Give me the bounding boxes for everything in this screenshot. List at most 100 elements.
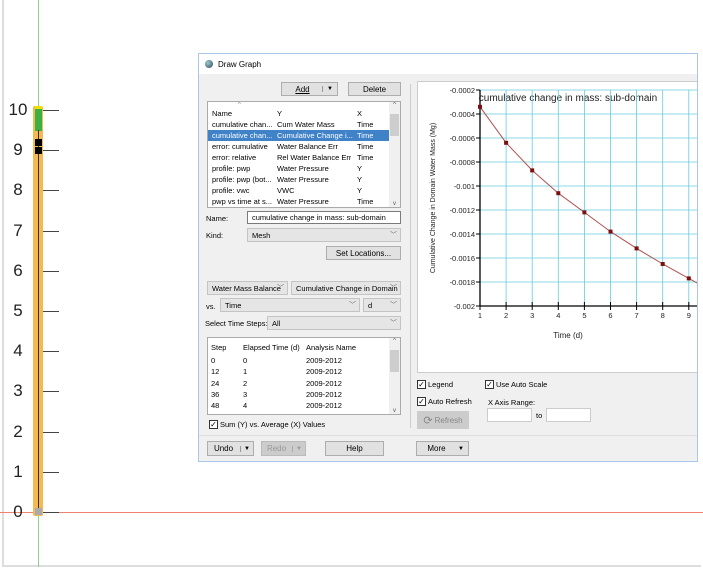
auto-refresh-checkbox[interactable]: ✓ Auto Refresh [417,397,472,406]
cell: 36 [211,389,220,399]
checkmark-icon: ✓ [417,397,426,406]
list-item[interactable]: cumulative chan... Cumulative Change i...… [208,130,390,141]
ruler-label: 4 [13,341,23,361]
data-point [556,191,561,196]
y-tick-label: -0.0016 [450,254,475,263]
x-range-from-input[interactable] [487,408,532,422]
chart-title: cumulative change in mass: sub-domain [479,93,657,104]
chevron-down-icon[interactable]: ▼ [322,86,337,92]
chart-panel: cumulative change in mass: sub-domain -0.… [417,81,697,373]
x-range-to-input[interactable] [546,408,591,422]
list-item[interactable]: pwp vs time at s... Water Pressure Time [208,196,390,207]
steps-table: Step Elapsed Time (d) Analysis Name 0 0 20… [207,337,401,415]
cell: Y [357,175,363,184]
refresh-button[interactable]: ⟳ Refresh [417,411,469,429]
category-select[interactable]: Water Mass Balance ﹀ [207,281,288,295]
cell: 4 [243,401,248,411]
list-item[interactable]: error: cumulative Water Balance Err Time [208,141,390,152]
y-tick-label: -0.0004 [450,110,475,119]
table-row[interactable]: 60 5 2009-2012 [208,412,390,415]
cell: Water Pressure [277,164,329,173]
marker-square[interactable] [35,147,42,154]
series-line [479,106,697,284]
table-row[interactable]: 12 1 2009-2012 [208,366,390,377]
kind-select[interactable]: Mesh ﹀ [247,228,401,242]
y-tick-label: -0.0008 [450,158,475,167]
list-item[interactable]: error: relative Rel Water Balance Err Time [208,152,390,163]
y-tick-label: -0.0006 [450,134,475,143]
undo-button[interactable]: Undo ▼ [207,441,254,456]
delete-button[interactable]: Delete [348,82,401,96]
x-tick-label: 4 [556,311,560,320]
table-row[interactable]: 48 4 2009-2012 [208,400,390,411]
help-button[interactable]: Help [325,441,384,456]
title-bar: Draw Graph [199,54,697,74]
ruler-tick [43,270,59,272]
cell: Time [357,153,374,162]
list-item[interactable]: profile: pwp Water Pressure Y [208,163,390,174]
cell: Time [357,120,374,129]
data-point [634,246,639,251]
cell: 1 [243,367,248,377]
auto-scale-checkbox[interactable]: ✓ Use Auto Scale [485,380,547,389]
ruler-tick [43,512,59,513]
kind-label: Kind: [206,231,224,240]
data-point [504,140,509,145]
steps-scrollbar[interactable]: ^ v [389,338,400,414]
window-title: Draw Graph [218,59,262,69]
column-y[interactable]: Y [277,109,282,118]
panel-divider [410,84,411,428]
x-tick-label: 3 [530,311,534,320]
ruler-label: 9 [13,140,23,160]
y-tick-label: -0.0002 [450,86,475,95]
cell: Time [357,197,374,206]
cell: Time [357,131,374,140]
column-name[interactable]: Name [212,109,232,118]
legend-checkbox[interactable]: ✓ Legend [417,380,453,389]
cell: cumulative chan... [212,120,273,129]
data-point [530,168,535,173]
ruler-tick [43,190,59,192]
list-item[interactable]: profile: pwp (bot... Water Pressure Y [208,174,390,185]
y-quantity-select[interactable]: Cumulative Change in Domain W ﹀ [291,281,401,295]
ruler-label: 1 [13,461,23,481]
sum-checkbox[interactable]: ✓ Sum (Y) vs. Average (X) Values [209,420,325,429]
graph-list-scrollbar[interactable]: ^ v [389,102,400,207]
name-input[interactable]: cumulative change in mass: sub-domain [247,211,401,224]
set-locations-button[interactable]: Set Locations... [326,246,401,260]
x-tick-label: 1 [478,311,482,320]
x-tick-label: 7 [635,311,639,320]
data-point [660,262,665,266]
borehole-top-segment[interactable] [35,106,42,131]
x-tick-label: 9 [687,311,691,320]
column-x[interactable]: X [357,109,362,118]
list-item[interactable]: profile: vwc VWC Y [208,185,390,196]
redo-button[interactable]: Redo ▼ [261,441,306,456]
cell: 24 [211,378,220,388]
y-tick-label: -0.002 [454,302,475,311]
cell: pwp vs time at s... [212,197,273,206]
list-item[interactable]: cumulative chan... Cum Water Mass Time [208,119,390,130]
chevron-down-icon: ▼ [458,445,464,452]
marker-square[interactable] [35,139,42,146]
x-axis-label: Time (d) [553,331,583,340]
table-row[interactable]: 36 3 2009-2012 [208,389,390,400]
borehole-line [38,130,39,512]
ruler-tick [43,351,59,353]
more-button[interactable]: More ▼ [416,441,469,456]
cell: 12 [211,367,220,377]
cell: Cum Water Mass [277,120,335,129]
globe-icon [205,60,213,68]
ruler-label: 2 [13,421,23,441]
cell: Y [357,186,363,195]
table-row[interactable]: 24 2 2009-2012 [208,378,390,389]
ruler-tick [43,471,59,473]
table-row[interactable]: 0 0 2009-2012 [208,355,390,366]
x-quantity-select[interactable]: Time ﹀ [220,298,360,312]
add-button[interactable]: Add ▼ [281,82,338,96]
timesteps-select[interactable]: All ﹀ [267,316,401,330]
cell: 5 [243,413,247,415]
x-unit-select[interactable]: d ﹀ [363,298,401,312]
ruler-tick [43,391,59,393]
y-tick-label: -0.001 [454,182,475,191]
